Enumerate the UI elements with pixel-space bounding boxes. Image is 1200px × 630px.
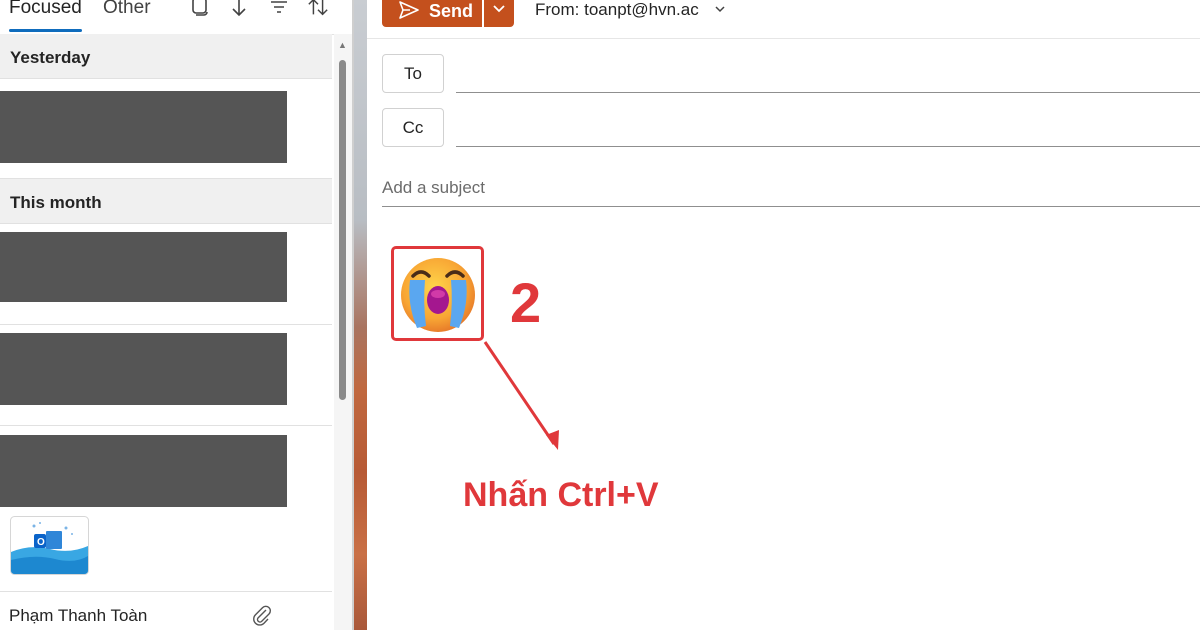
chevron-down-icon[interactable] — [714, 4, 726, 14]
scroll-up-arrow-icon[interactable]: ▲ — [338, 40, 347, 50]
group-label: This month — [10, 193, 102, 212]
group-label: Yesterday — [10, 48, 91, 67]
annotation-arrow-icon — [483, 341, 559, 450]
send-options-button[interactable] — [484, 0, 514, 27]
send-icon — [399, 1, 419, 19]
chevron-down-icon — [493, 5, 505, 13]
redacted-block — [0, 333, 287, 405]
redacted-block — [0, 232, 287, 302]
step-number-label: 2 — [510, 271, 542, 334]
outlook-thumbnail-icon: O — [10, 516, 89, 575]
inbox-tabbar: Focused Other — [0, 0, 354, 35]
cc-label: Cc — [402, 118, 424, 137]
desktop-background-strip — [354, 0, 367, 630]
tab-other[interactable]: Other — [103, 0, 151, 19]
group-header-this-month: This month — [0, 179, 332, 224]
loudly-crying-face-emoji-icon[interactable] — [399, 254, 477, 334]
to-label: To — [404, 64, 422, 83]
to-field[interactable] — [456, 92, 1200, 93]
subject-field[interactable]: Add a subject — [382, 176, 1200, 207]
svg-text:O: O — [37, 537, 45, 548]
sort-icon[interactable] — [307, 0, 329, 18]
select-icon[interactable] — [189, 0, 211, 18]
subject-placeholder: Add a subject — [382, 178, 486, 197]
list-item[interactable] — [0, 224, 332, 325]
from-selector[interactable]: From: toanpt@hvn.ac — [535, 0, 699, 20]
active-tab-indicator — [9, 29, 82, 32]
list-item[interactable] — [0, 325, 332, 426]
list-item[interactable] — [0, 79, 332, 179]
compose-toolbar: Send From: toanpt@hvn.ac — [367, 0, 1200, 39]
cc-field[interactable] — [456, 146, 1200, 147]
cc-button[interactable]: Cc — [382, 108, 444, 147]
compose-pane: Send From: toanpt@hvn.ac To Cc Add a sub… — [367, 0, 1200, 630]
list-item[interactable]: O — [0, 426, 332, 592]
paperclip-icon — [253, 605, 272, 626]
sender-name: Phạm Thanh Toàn — [9, 606, 148, 625]
list-item[interactable]: Phạm Thanh Toàn — [0, 592, 332, 630]
filter-icon[interactable] — [268, 0, 290, 18]
send-button[interactable]: Send — [382, 0, 482, 27]
instruction-label: Nhấn Ctrl+V — [463, 476, 659, 514]
redacted-block — [0, 435, 287, 507]
to-button[interactable]: To — [382, 54, 444, 93]
mail-list: Yesterday This month O Phạm Thanh Toàn — [0, 34, 334, 630]
mail-list-scrollbar[interactable]: ▲ — [334, 34, 352, 630]
tab-focused[interactable]: Focused — [9, 0, 82, 19]
highlight-box — [391, 246, 484, 341]
send-label: Send — [429, 1, 474, 21]
group-header-yesterday: Yesterday — [0, 34, 332, 79]
redacted-block — [0, 91, 287, 163]
arrow-down-icon[interactable] — [228, 0, 250, 18]
mail-list-pane: Focused Other Yesterday This month O Phạ… — [0, 0, 354, 630]
scrollbar-thumb[interactable] — [339, 60, 346, 400]
